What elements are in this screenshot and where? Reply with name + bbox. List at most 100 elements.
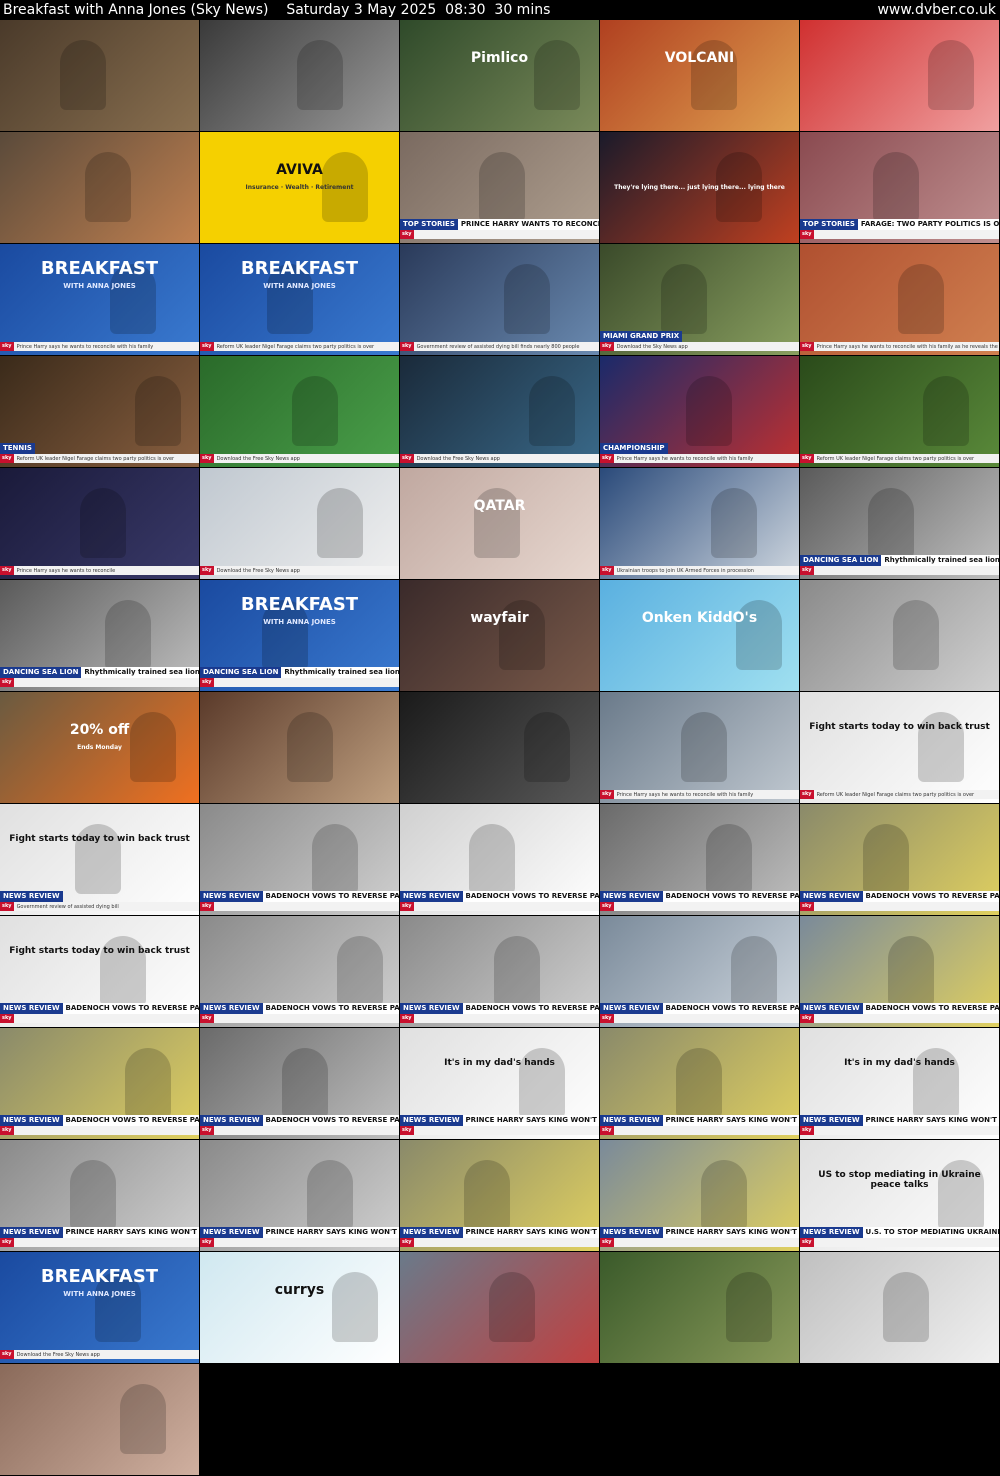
thumbnail-tile[interactable]: CHAMPIONSHIP sky Prince Harry says he want… — [600, 356, 799, 467]
thumbnail-tile[interactable]: Fight starts today to win back trust NEWS… — [0, 804, 199, 915]
thumbnail-tile[interactable]: NEWS REVIEWBADENOCH VOWS TO REVERSE PART… — [0, 1028, 199, 1139]
thumbnail-tile[interactable]: TOP STORIES FARAGE: TWO PARTY POLITICS IS… — [800, 132, 999, 243]
thumbnail-tile[interactable]: sky Download the Free Sky News app — [200, 356, 399, 467]
thumbnail-tile[interactable]: NEWS REVIEWBADENOCH VOWS TO REVERSE PART… — [400, 916, 599, 1027]
thumbnail-tile[interactable] — [200, 20, 399, 131]
scene-shape — [287, 712, 333, 782]
tile-caption: It's in my dad's hands — [444, 1058, 555, 1068]
thumbnail-tile[interactable]: NEWS REVIEW PRINCE HARRY SAYS KING WON'T … — [400, 1140, 599, 1251]
thumbnail-tile[interactable]: sky Download the Free Sky News app — [400, 356, 599, 467]
thumbnail-tile[interactable]: Fight starts today to win back trust sky R… — [800, 692, 999, 803]
thumbnail-tile[interactable]: 20% off Ends Monday — [0, 692, 199, 803]
sky-news-logo-icon: sky — [800, 790, 814, 799]
site-link[interactable]: www.dvber.co.uk — [877, 0, 996, 20]
thumbnail-tile[interactable]: NEWS REVIEWBADENOCH VOWS TO REVERSE PART… — [600, 916, 799, 1027]
thumbnail-tile[interactable]: NEWS REVIEW PRINCE HARRY SAYS KING WON'T … — [0, 1140, 199, 1251]
story-headline: BADENOCH VOWS TO REVERSE PARTY FORTUNES — [262, 891, 399, 902]
thumbnail-tile[interactable]: BREAKFAST WITH ANNA JONES sky Reform UK lea… — [200, 244, 399, 355]
thumbnail-tile[interactable]: NEWS REVIEWBADENOCH VOWS TO REVERSE PART… — [600, 804, 799, 915]
thumbnail-tile[interactable]: sky Government review of assisted dying b… — [400, 244, 599, 355]
thumbnail-tile[interactable]: NEWS REVIEW PRINCE HARRY SAYS KING WON'T … — [200, 1140, 399, 1251]
headline-band: CHAMPIONSHIP — [600, 443, 799, 454]
story-tag: NEWS REVIEW — [600, 1115, 663, 1126]
thumbnail-tile[interactable]: VOLCANI — [600, 20, 799, 131]
lower-third: sky Ukrainian troops to join UK Armed For… — [600, 555, 799, 579]
sky-news-logo-icon: sky — [200, 454, 214, 463]
thumbnail-tile[interactable]: QATAR — [400, 468, 599, 579]
thumbnail-tile[interactable]: NEWS REVIEW PRINCE HARRY SAYS KING WON'T … — [600, 1140, 799, 1251]
news-ticker: sky Prince Harry says he wants to reconci… — [0, 566, 199, 575]
thumbnail-tile[interactable] — [400, 692, 599, 803]
thumbnail-tile[interactable]: DANCING SEA LION Rhythmically trained sea… — [0, 580, 199, 691]
story-tag: NEWS REVIEW — [400, 1227, 463, 1238]
thumbnail-tile[interactable]: NEWS REVIEWBADENOCH VOWS TO REVERSE PART… — [200, 1028, 399, 1139]
thumbnail-tile[interactable] — [0, 132, 199, 243]
lower-third: NEWS REVIEW sky Government review of assis… — [0, 891, 199, 915]
sky-news-logo-icon: sky — [800, 902, 814, 911]
ticker-text: Download the Free Sky News app — [416, 455, 500, 462]
lower-third: TOP STORIES FARAGE: TWO PARTY POLITICS IS… — [800, 219, 999, 243]
sky-news-logo-icon: sky — [800, 454, 814, 463]
thumbnail-tile[interactable]: BREAKFAST WITH ANNA JONES sky Prince Harry … — [0, 244, 199, 355]
lower-third: sky Prince Harry says he wants to reconci… — [0, 555, 199, 579]
breakfast-subtitle: WITH ANNA JONES — [63, 1290, 136, 1298]
sky-news-logo-icon: sky — [600, 342, 614, 351]
thumbnail-tile[interactable]: DANCING SEA LION Rhythmically trained sea… — [800, 468, 999, 579]
headline-band: NEWS REVIEW PRINCE HARRY SAYS KING WON'T … — [200, 1227, 399, 1238]
headline-band: NEWS REVIEWBADENOCH VOWS TO REVERSE PART… — [800, 891, 999, 902]
thumbnail-tile[interactable]: sky Prince Harry says he wants to reconci… — [0, 468, 199, 579]
scene-shape — [863, 824, 909, 894]
story-headline: PRINCE HARRY SAYS KING WON'T SPEAK TO HI… — [462, 1115, 599, 1126]
thumbnail-tile[interactable]: NEWS REVIEWBADENOCH VOWS TO REVERSE PART… — [800, 804, 999, 915]
thumbnail-tile[interactable] — [0, 20, 199, 131]
thumbnail-tile[interactable] — [0, 1364, 199, 1475]
thumbnail-tile[interactable] — [200, 692, 399, 803]
lower-third: NEWS REVIEW PRINCE HARRY SAYS KING WON'T … — [600, 1227, 799, 1251]
story-headline: BADENOCH VOWS TO REVERSE PARTY FORTUNES — [462, 891, 599, 902]
thumbnail-tile[interactable] — [800, 1252, 999, 1363]
thumbnail-tile[interactable]: NEWS REVIEWBADENOCH VOWS TO REVERSE PART… — [400, 804, 599, 915]
thumbnail-tile[interactable]: MIAMI GRAND PRIX sky Download the Sky News… — [600, 244, 799, 355]
thumbnail-tile[interactable] — [800, 580, 999, 691]
news-ticker: sky Download the Free Sky News app — [400, 454, 599, 463]
news-ticker: sky — [800, 230, 999, 239]
thumbnail-tile[interactable]: NEWS REVIEWBADENOCH VOWS TO REVERSE PART… — [800, 916, 999, 1027]
story-tag: NEWS REVIEW — [0, 1003, 63, 1014]
tile-caption: Fight starts today to win back trust — [9, 834, 190, 844]
thumbnail-tile[interactable]: Onken KiddO's — [600, 580, 799, 691]
thumbnail-tile[interactable] — [400, 1252, 599, 1363]
tile-caption: wayfair — [470, 610, 529, 626]
thumbnail-tile[interactable]: sky Prince Harry says he wants to reconci… — [600, 692, 799, 803]
thumbnail-tile[interactable]: NEWS REVIEWBADENOCH VOWS TO REVERSE PART… — [200, 916, 399, 1027]
thumbnail-tile[interactable]: They're lying there... just lying there.… — [600, 132, 799, 243]
thumbnail-tile[interactable]: sky Reform UK leader Nigel Farage claims … — [800, 356, 999, 467]
thumbnail-tile[interactable]: BREAKFAST WITH ANNA JONES sky Download the … — [0, 1252, 199, 1363]
thumbnail-tile[interactable]: It's in my dad's hands NEWS REVIEW PRINCE … — [400, 1028, 599, 1139]
thumbnail-tile[interactable]: BREAKFAST WITH ANNA JONES DANCING SEA LION… — [200, 580, 399, 691]
headline-band — [200, 331, 399, 342]
lower-third: TOP STORIES PRINCE HARRY WANTS TO RECONCI… — [400, 219, 599, 243]
thumbnail-tile[interactable]: Pimlico — [400, 20, 599, 131]
scene-shape — [504, 264, 550, 334]
thumbnail-tile[interactable]: AVIVA Insurance · Wealth · Retirement — [200, 132, 399, 243]
news-ticker: sky — [200, 1126, 399, 1135]
sky-news-logo-icon: sky — [200, 1014, 214, 1023]
thumbnail-tile[interactable]: currys — [200, 1252, 399, 1363]
thumbnail-tile[interactable]: It's in my dad's hands NEWS REVIEW PRINCE … — [800, 1028, 999, 1139]
thumbnail-tile[interactable]: sky Prince Harry says he wants to reconci… — [800, 244, 999, 355]
thumbnail-tile[interactable] — [800, 20, 999, 131]
thumbnail-tile[interactable] — [600, 1252, 799, 1363]
thumbnail-tile[interactable]: wayfair — [400, 580, 599, 691]
news-ticker: sky Download the Free Sky News app — [200, 566, 399, 575]
thumbnail-tile[interactable]: TOP STORIES PRINCE HARRY WANTS TO RECONCI… — [400, 132, 599, 243]
tile-caption: Fight starts today to win back trust — [9, 946, 190, 956]
thumbnail-tile[interactable]: sky Ukrainian troops to join UK Armed For… — [600, 468, 799, 579]
scene-shape — [125, 1048, 171, 1118]
news-ticker: sky Government review of assisted dying b… — [400, 342, 599, 351]
thumbnail-tile[interactable]: NEWS REVIEW PRINCE HARRY SAYS KING WON'T … — [600, 1028, 799, 1139]
thumbnail-tile[interactable]: sky Download the Free Sky News app — [200, 468, 399, 579]
thumbnail-tile[interactable]: TENNIS sky Reform UK leader Nigel Farage c… — [0, 356, 199, 467]
thumbnail-tile[interactable]: NEWS REVIEWBADENOCH VOWS TO REVERSE PART… — [200, 804, 399, 915]
thumbnail-tile[interactable]: Fight starts today to win back trust NEWS… — [0, 916, 199, 1027]
thumbnail-tile[interactable]: US to stop mediating in Ukraine peace ta… — [800, 1140, 999, 1251]
